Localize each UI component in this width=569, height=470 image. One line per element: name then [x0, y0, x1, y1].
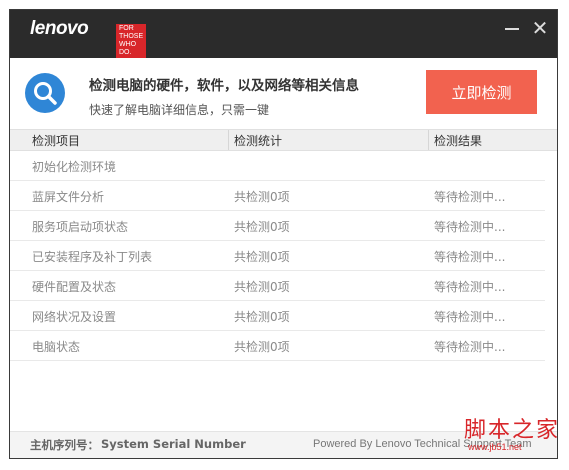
table-row: 蓝屏文件分析 共检测0项 等待检测中... [10, 181, 557, 211]
table-header: 检测项目 检测统计 检测结果 [10, 129, 557, 151]
search-icon [25, 73, 65, 113]
row-item: 初始化检测环境 [32, 160, 117, 174]
table-row: 硬件配置及状态 共检测0项 等待检测中... [10, 271, 557, 301]
column-divider [228, 130, 229, 150]
header-subtitle: 快速了解电脑详细信息，只需一键 [89, 103, 270, 117]
row-item: 电脑状态 [32, 340, 81, 354]
row-stat: 共检测0项 [234, 280, 290, 294]
watermark-text: 脚本之家 [464, 418, 561, 443]
row-result: 等待检测中... [434, 190, 506, 204]
column-divider [428, 130, 429, 150]
minimize-icon[interactable] [502, 18, 522, 38]
row-result: 等待检测中... [434, 280, 506, 294]
column-header-item: 检测项目 [32, 134, 81, 148]
site-watermark: 脚本之家 www.jb51.net [450, 408, 560, 460]
table-row: 已安装程序及补丁列表 共检测0项 等待检测中... [10, 241, 557, 271]
header-title: 检测电脑的硬件，软件，以及网络等相关信息 [89, 78, 359, 94]
column-header-stat: 检测统计 [234, 134, 283, 148]
row-result: 等待检测中... [434, 220, 506, 234]
table-row: 服务项启动项状态 共检测0项 等待检测中... [10, 211, 557, 241]
table-row: 电脑状态 共检测0项 等待检测中... [10, 331, 557, 361]
tagline-line-1: FOR [119, 25, 134, 32]
row-stat: 共检测0项 [234, 190, 290, 204]
row-item: 已安装程序及补丁列表 [32, 250, 153, 264]
scan-now-button[interactable]: 立即检测 [426, 70, 537, 114]
serial-number-value: System Serial Number [101, 437, 246, 451]
close-icon[interactable]: ✕ [530, 18, 550, 38]
brand-tagline: FOR THOSE WHO DO. [116, 24, 147, 58]
row-stat: 共检测0项 [234, 310, 290, 324]
tagline-line-2: THOSE [119, 33, 144, 40]
column-header-result: 检测结果 [434, 134, 483, 148]
tagline-line-3: WHO DO. [119, 41, 137, 56]
row-stat: 共检测0项 [234, 250, 290, 264]
watermark-url: www.jb51.net [468, 442, 522, 452]
row-result: 等待检测中... [434, 250, 506, 264]
row-item: 网络状况及设置 [32, 310, 117, 324]
row-stat: 共检测0项 [234, 340, 290, 354]
row-result: 等待检测中... [434, 310, 506, 324]
row-result: 等待检测中... [434, 340, 506, 354]
row-item: 服务项启动项状态 [32, 220, 129, 234]
row-stat: 共检测0项 [234, 220, 290, 234]
serial-number-label: 主机序列号： [30, 438, 99, 452]
brand-name: lenovo [30, 18, 89, 39]
table-row: 初始化检测环境 [10, 151, 557, 181]
table-row: 网络状况及设置 共检测0项 等待检测中... [10, 301, 557, 331]
row-item: 硬件配置及状态 [32, 280, 117, 294]
detection-list: 初始化检测环境 蓝屏文件分析 共检测0项 等待检测中... 服务项启动项状态 共… [10, 151, 557, 361]
row-item: 蓝屏文件分析 [32, 190, 105, 204]
title-bar[interactable]: lenovo FOR THOSE WHO DO. ✕ [10, 10, 557, 58]
header-panel: 检测电脑的硬件，软件，以及网络等相关信息 快速了解电脑详细信息，只需一键 立即检… [10, 58, 557, 129]
app-window: lenovo FOR THOSE WHO DO. ✕ 检测电脑的硬件，软件，以及… [9, 9, 558, 459]
